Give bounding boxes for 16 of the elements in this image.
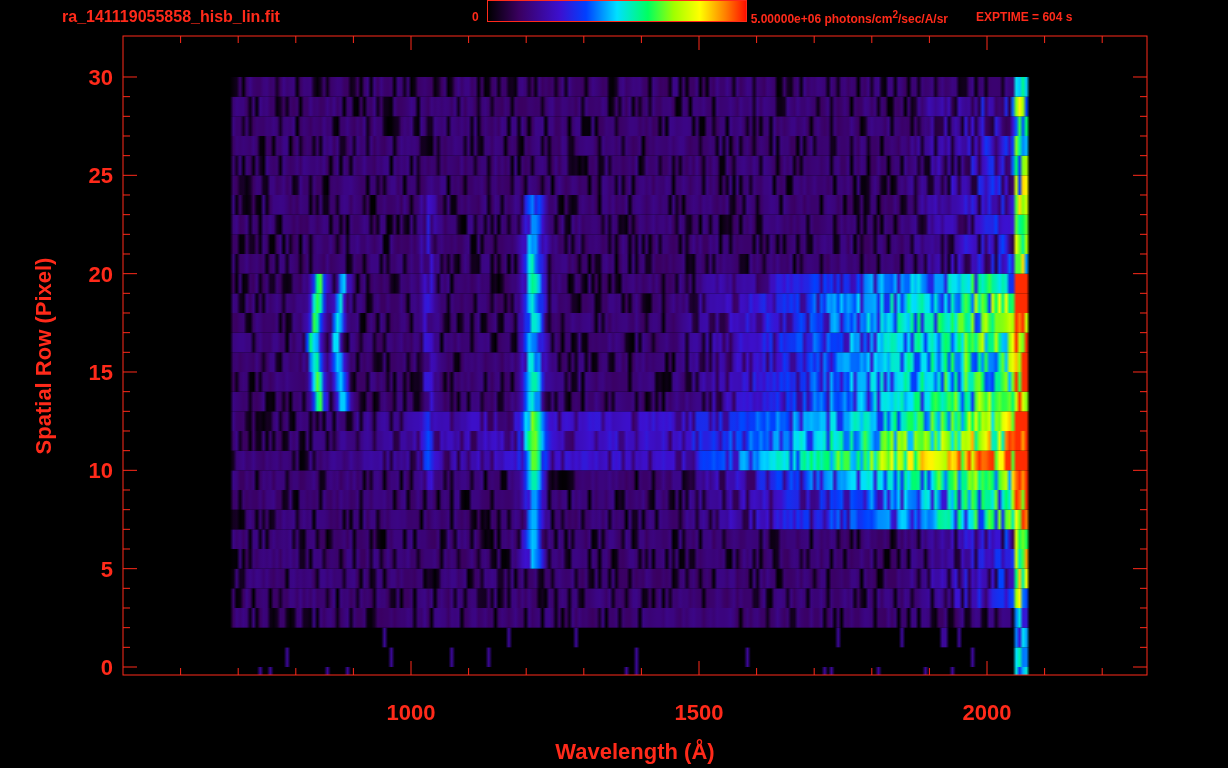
exposure-time-label: EXPTIME = 604 s: [976, 10, 1073, 24]
y-tick-label: 30: [88, 65, 113, 90]
x-axis-title: Wavelength (Å): [555, 739, 715, 764]
y-tick-label: 20: [88, 261, 113, 287]
colorbar-max-label: 5.00000e+06 photons/cm$^{2}$/sec/A/sr: [750, 8, 949, 26]
y-tick-label: 0: [100, 655, 113, 680]
x-tick-label: 1000: [386, 700, 436, 725]
x-tick-label: 2000: [962, 700, 1012, 725]
colorbar-min-label: 0: [472, 10, 479, 24]
y-tick-label: 10: [88, 458, 113, 484]
y-tick-label: 5: [100, 556, 113, 582]
x-tick-label: 1500: [674, 700, 724, 725]
y-axis-title: Spatial Row (Pixel): [31, 257, 56, 455]
y-tick-label: 25: [88, 163, 113, 189]
y-tick-label: 15: [88, 360, 113, 385]
file-title: ra_141119055858_hisb_lin.fit: [62, 8, 281, 26]
